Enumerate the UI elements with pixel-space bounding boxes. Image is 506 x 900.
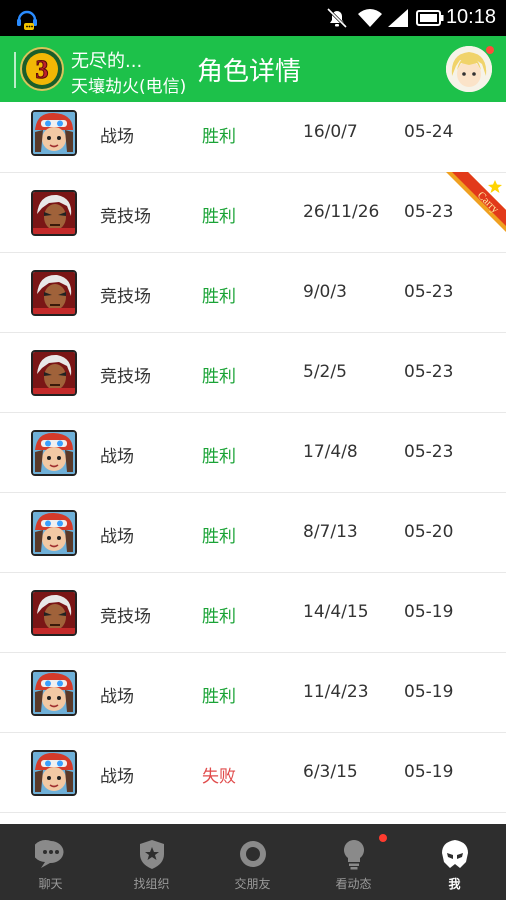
chat-bubble-icon: [35, 840, 64, 868]
character-name: 无尽的...: [71, 51, 143, 72]
match-date: 05-19: [404, 682, 454, 702]
match-kda: 11/4/23: [303, 682, 369, 702]
match-kda: 16/0/7: [303, 122, 358, 142]
match-date: 05-20: [404, 522, 454, 542]
match-row[interactable]: 战场 胜利 11/4/23 05-19: [0, 652, 506, 733]
hero-portrait: [31, 110, 77, 156]
match-result: 胜利: [202, 447, 236, 467]
match-kda: 9/0/3: [303, 282, 347, 302]
match-kda: 17/4/8: [303, 442, 358, 462]
carry-ribbon: Carry: [446, 172, 506, 232]
avatar-portrait: [446, 46, 492, 92]
match-mode: 竞技场: [100, 367, 151, 387]
signal-icon: [388, 9, 408, 27]
match-row[interactable]: 战场 胜利 17/4/8 05-23: [0, 412, 506, 493]
match-kda: 5/2/5: [303, 362, 347, 382]
muted-bell-icon: [326, 8, 348, 28]
match-result: 失败: [202, 767, 236, 787]
match-kda: 14/4/15: [303, 602, 369, 622]
wifi-icon: [358, 9, 382, 27]
tab-label: 交朋友: [234, 877, 271, 891]
match-result: 胜利: [202, 527, 236, 547]
page-title: 角色详情: [197, 57, 302, 87]
match-row[interactable]: 竞技场 胜利 26/11/26 05-23 Carry: [0, 172, 506, 253]
hero-portrait: [31, 750, 77, 796]
shield-star-icon: [140, 840, 164, 869]
hero-portrait: [31, 430, 77, 476]
hero-portrait: [31, 510, 77, 556]
match-row[interactable]: 竞技场 胜利 9/0/3 05-23: [0, 252, 506, 333]
match-mode: 战场: [100, 127, 134, 147]
match-result: 胜利: [202, 287, 236, 307]
headset-notification-icon: [17, 10, 37, 30]
user-avatar[interactable]: [446, 46, 492, 92]
tab-find-group[interactable]: 找组织: [101, 824, 202, 900]
server-name: 天壤劫火(电信): [71, 77, 187, 97]
ring-icon: [240, 841, 266, 867]
hero-portrait: [31, 190, 77, 236]
match-mode: 竞技场: [100, 207, 151, 227]
tab-chat[interactable]: 聊天: [0, 824, 101, 900]
header-divider: [14, 52, 16, 88]
bottom-tab-bar: 聊天 找组织 交朋友 看动态 我: [0, 824, 506, 900]
tab-label: 看动态: [335, 877, 372, 891]
tab-me[interactable]: 我: [404, 824, 505, 900]
match-date: 05-19: [404, 602, 454, 622]
avatar-notification-dot: [486, 46, 494, 54]
tab-make-friends[interactable]: 交朋友: [202, 824, 303, 900]
feed-notification-dot: [379, 834, 387, 842]
match-mode: 战场: [100, 687, 134, 707]
match-row[interactable]: 战场 胜利 16/0/7 05-24: [0, 102, 506, 173]
lightbulb-icon: [344, 840, 364, 870]
match-date: 05-23: [404, 362, 454, 382]
match-mode: 竞技场: [100, 287, 151, 307]
hero-portrait: [31, 590, 77, 636]
match-row[interactable]: 竞技场 胜利 14/4/15 05-19: [0, 572, 506, 653]
match-mode: 竞技场: [100, 607, 151, 627]
match-row[interactable]: 竞技场 胜利 5/2/5 05-23: [0, 332, 506, 413]
hero-portrait: [31, 350, 77, 396]
clock: 10:18: [445, 6, 496, 28]
match-row[interactable]: 战场 胜利 8/7/13 05-20: [0, 492, 506, 573]
match-kda: 26/11/26: [303, 202, 380, 222]
battery-icon: [416, 10, 444, 26]
tab-feed[interactable]: 看动态: [303, 824, 404, 900]
match-mode: 战场: [100, 447, 134, 467]
app-header: 3 无尽的... 天壤劫火(电信) 角色详情: [0, 36, 506, 102]
match-mode: 战场: [100, 767, 134, 787]
match-result: 胜利: [202, 207, 236, 227]
level-badge[interactable]: 3: [20, 47, 64, 91]
level-number: 3: [36, 55, 49, 84]
match-result: 胜利: [202, 687, 236, 707]
match-mode: 战场: [100, 527, 134, 547]
match-result: 胜利: [202, 367, 236, 387]
status-bar: 10:18: [0, 0, 506, 36]
match-result: 胜利: [202, 127, 236, 147]
match-result: 胜利: [202, 607, 236, 627]
match-history-list[interactable]: 战场 胜利 16/0/7 05-24 竞技场 胜利 26/11/26 05-23 Carry 竞技…: [0, 102, 506, 824]
match-kda: 6/3/15: [303, 762, 358, 782]
hero-portrait: [31, 670, 77, 716]
match-date: 05-24: [404, 122, 454, 142]
tab-label: 我: [448, 877, 461, 891]
match-date: 05-23: [404, 442, 454, 462]
match-date: 05-19: [404, 762, 454, 782]
helmet-icon: [442, 840, 468, 868]
tab-label: 找组织: [133, 877, 170, 891]
match-row[interactable]: 战场 失败 6/3/15 05-19: [0, 732, 506, 813]
tab-label: 聊天: [38, 877, 63, 891]
hero-portrait: [31, 270, 77, 316]
match-kda: 8/7/13: [303, 522, 358, 542]
match-date: 05-23: [404, 282, 454, 302]
